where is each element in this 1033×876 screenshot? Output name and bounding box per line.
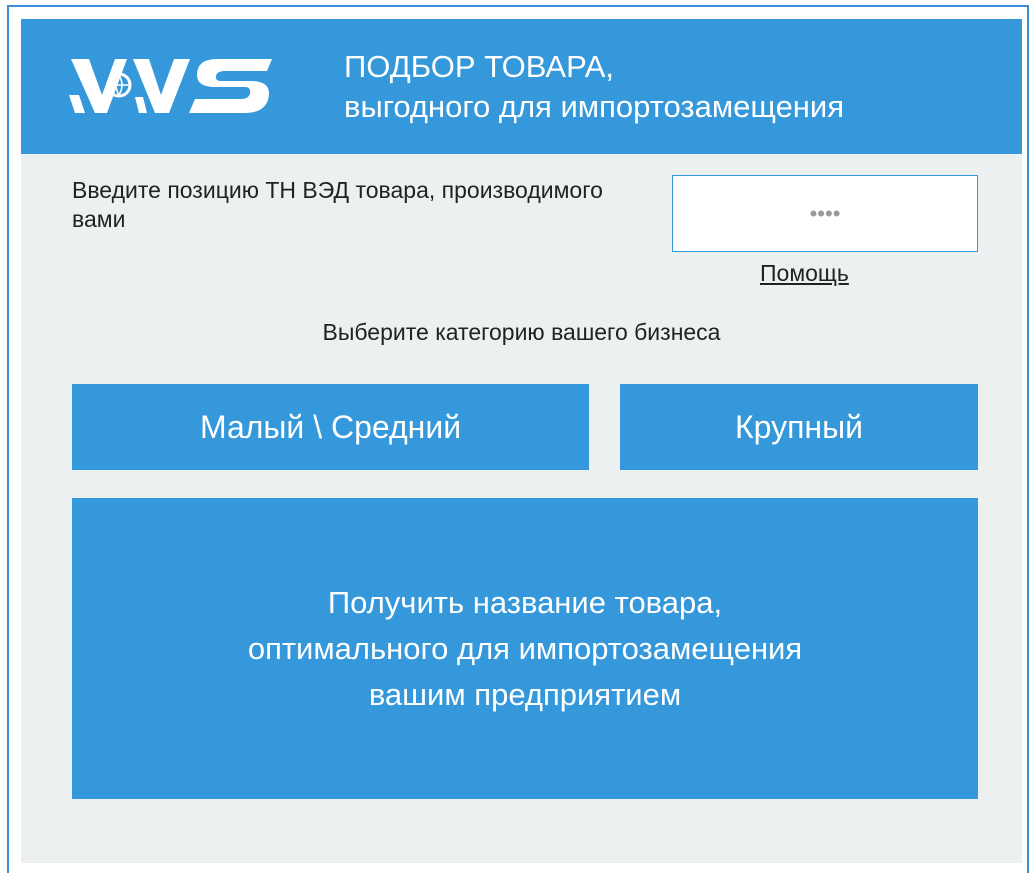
get-product-name-button[interactable]: Получить название товара, оптимального д… bbox=[72, 498, 978, 799]
small-medium-business-button[interactable]: Малый \ Средний bbox=[72, 384, 589, 470]
large-business-button[interactable]: Крупный bbox=[620, 384, 978, 470]
get-button-line3: вашим предприятием bbox=[368, 676, 682, 712]
import-substitution-widget: ПОДБОР ТОВАРА, выгодного для импортозаме… bbox=[21, 19, 1022, 863]
header-title-line2: выгодного для импортозамещения bbox=[344, 89, 845, 124]
hs-code-label: Введите позицию ТН ВЭД товара, производи… bbox=[72, 177, 603, 232]
help-link[interactable]: Помощь bbox=[760, 260, 849, 287]
widget-header: ПОДБОР ТОВАРА, выгодного для импортозаме… bbox=[21, 19, 1022, 154]
header-title-line1: ПОДБОР ТОВАРА, bbox=[344, 49, 614, 84]
get-button-line1: Получить название товара, bbox=[327, 584, 723, 620]
hs-code-input[interactable] bbox=[672, 175, 978, 252]
header-title: ПОДБОР ТОВАРА, выгодного для импортозаме… bbox=[344, 47, 844, 127]
vvs-logo bbox=[69, 59, 272, 113]
get-button-line2: оптимального для импортозамещения bbox=[247, 630, 803, 666]
business-category-label: Выберите категорию вашего бизнеса bbox=[322, 319, 721, 345]
